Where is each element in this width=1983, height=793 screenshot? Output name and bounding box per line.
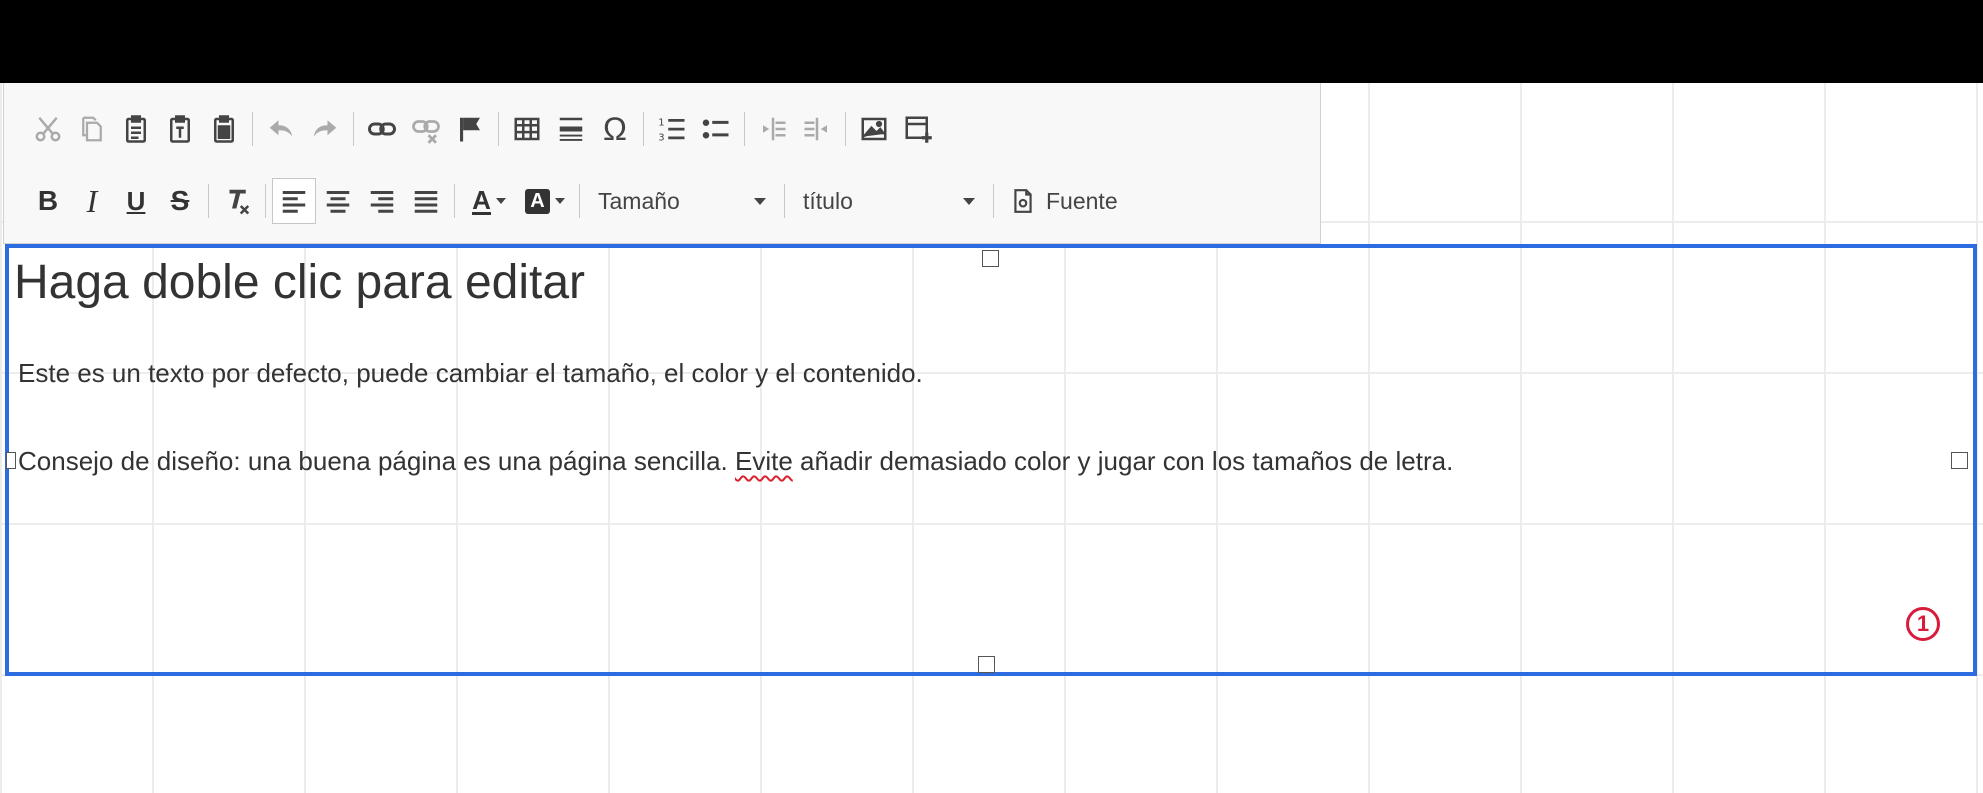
indent-icon[interactable] (795, 106, 839, 152)
align-left-icon[interactable] (272, 178, 316, 224)
anchor-flag-icon[interactable] (448, 106, 492, 152)
toolbar-separator (265, 184, 266, 218)
strike-button[interactable]: S (158, 178, 202, 224)
toolbar-row-2: B I U S A A Tamaño título Fuente (26, 177, 1128, 225)
outdent-icon[interactable] (751, 106, 795, 152)
toolbar-separator (579, 184, 580, 218)
toolbar-separator (845, 112, 846, 146)
source-button[interactable]: Fuente (1000, 178, 1128, 224)
table-icon[interactable] (505, 106, 549, 152)
svg-text:3: 3 (658, 132, 664, 143)
paste-text-icon[interactable] (158, 106, 202, 152)
resize-handle-bottom[interactable] (978, 656, 995, 673)
underline-icon: U (126, 185, 146, 216)
source-button-label: Fuente (1046, 187, 1118, 214)
bg-color-button[interactable]: A (517, 178, 573, 224)
align-right-icon[interactable] (360, 178, 404, 224)
block-paragraph-2: Consejo de diseño: una buena página es u… (18, 446, 1453, 477)
chevron-down-icon (754, 197, 766, 205)
size-dropdown-label: Tamaño (598, 187, 680, 214)
cut-icon[interactable] (26, 106, 70, 152)
top-black-bar (0, 0, 1983, 83)
chevron-down-icon (495, 198, 506, 204)
bold-icon: B (37, 185, 59, 216)
numbered-list-icon[interactable]: 13 (650, 106, 694, 152)
resize-handle-top[interactable] (982, 250, 999, 267)
toolbar-separator (744, 112, 745, 146)
bulleted-list-icon[interactable] (694, 106, 738, 152)
omega-icon: Ω (603, 110, 627, 147)
paragraph-2-text-end: añadir demasiado color y jugar con los t… (792, 446, 1454, 476)
toolbar-separator (208, 184, 209, 218)
toolbar-separator (993, 184, 994, 218)
svg-text:1: 1 (658, 117, 664, 128)
paragraph-2-text-start: Consejo de diseño: una buena página es u… (18, 446, 735, 476)
toolbar-separator (353, 112, 354, 146)
underline-button[interactable]: U (114, 178, 158, 224)
toolbar-separator (784, 184, 785, 218)
strikethrough-icon: S (170, 185, 190, 216)
toolbar-separator (252, 112, 253, 146)
background-color-icon: A (525, 188, 550, 214)
resize-handle-right[interactable] (1951, 452, 1968, 469)
format-dropdown[interactable]: título (791, 178, 987, 224)
italic-button[interactable]: I (70, 178, 114, 224)
toolbar-separator (643, 112, 644, 146)
format-dropdown-label: título (803, 187, 853, 214)
italic-icon: I (86, 182, 98, 219)
toolbar-separator (498, 112, 499, 146)
chevron-down-icon (963, 197, 975, 205)
paste-word-icon[interactable] (202, 106, 246, 152)
paste-icon[interactable] (114, 106, 158, 152)
source-document-icon (1014, 189, 1032, 213)
remove-format-icon[interactable] (215, 178, 259, 224)
misspelled-word: Evite (735, 446, 793, 476)
toolbar-row-1: Ω 13 (26, 105, 940, 153)
bold-button[interactable]: B (26, 178, 70, 224)
insert-block-icon[interactable] (896, 106, 940, 152)
block-number-badge: 1 (1906, 607, 1940, 641)
toolbar-separator (454, 184, 455, 218)
link-icon[interactable] (360, 106, 404, 152)
block-paragraph-1: Este es un texto por defecto, puede camb… (18, 358, 923, 388)
special-char-button[interactable]: Ω (593, 106, 637, 152)
text-color-button[interactable]: A (461, 178, 517, 224)
redo-icon[interactable] (303, 106, 347, 152)
horizontal-rule-icon[interactable] (549, 106, 593, 152)
unlink-icon[interactable] (404, 106, 448, 152)
text-color-icon: A (472, 184, 491, 215)
size-dropdown[interactable]: Tamaño (586, 178, 778, 224)
chevron-down-icon (554, 198, 565, 204)
image-icon[interactable] (852, 106, 896, 152)
align-justify-icon[interactable] (404, 178, 448, 224)
undo-icon[interactable] (259, 106, 303, 152)
align-center-icon[interactable] (316, 178, 360, 224)
resize-handle-left[interactable] (6, 452, 16, 469)
block-heading: Haga doble clic para editar (14, 256, 586, 309)
copy-icon[interactable] (70, 106, 114, 152)
